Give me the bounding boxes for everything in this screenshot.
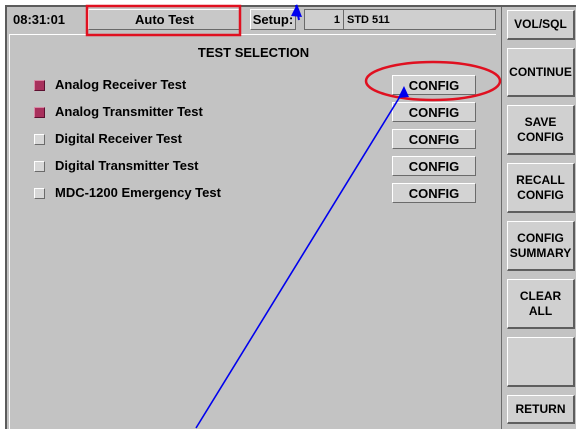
save-config-button[interactable]: SAVE CONFIG bbox=[507, 105, 575, 155]
test-checkbox[interactable] bbox=[34, 107, 45, 118]
config-summary-button[interactable]: CONFIG SUMMARY bbox=[507, 221, 575, 271]
setup-name: STD 511 bbox=[343, 10, 390, 29]
setup-number: 1 bbox=[333, 13, 340, 26]
test-row-digital-receiver: Digital Receiver Test CONFIG bbox=[10, 129, 497, 149]
config-button-analog-transmitter[interactable]: CONFIG bbox=[392, 102, 476, 122]
test-checkbox[interactable] bbox=[34, 80, 45, 91]
test-row-analog-receiver: Analog Receiver Test CONFIG bbox=[10, 75, 497, 95]
continue-button[interactable]: CONTINUE bbox=[507, 48, 575, 97]
test-checkbox[interactable] bbox=[34, 161, 45, 172]
test-label: Analog Transmitter Test bbox=[55, 104, 203, 119]
test-row-analog-transmitter: Analog Transmitter Test CONFIG bbox=[10, 102, 497, 122]
test-row-digital-transmitter: Digital Transmitter Test CONFIG bbox=[10, 156, 497, 176]
clock-readout: 08:31:01 bbox=[13, 12, 66, 27]
test-label: Digital Receiver Test bbox=[55, 131, 182, 146]
recall-config-button[interactable]: RECALL CONFIG bbox=[507, 163, 575, 213]
test-label: Analog Receiver Test bbox=[55, 77, 187, 92]
panel-title: TEST SELECTION bbox=[197, 45, 310, 60]
softkey-column: VOL/SQL CONTINUE SAVE CONFIG RECALL CONF… bbox=[501, 7, 576, 429]
instrument-screen: 08:31:01 Auto Test Setup: 1 STD 511 TEST… bbox=[5, 5, 576, 429]
test-checkbox[interactable] bbox=[34, 188, 45, 199]
clear-all-button[interactable]: CLEAR ALL bbox=[507, 279, 575, 329]
config-button-analog-receiver[interactable]: CONFIG bbox=[392, 75, 476, 95]
config-button-digital-transmitter[interactable]: CONFIG bbox=[392, 156, 476, 176]
return-button[interactable]: RETURN bbox=[507, 395, 575, 424]
test-row-mdc-1200: MDC-1200 Emergency Test CONFIG bbox=[10, 183, 497, 203]
config-button-digital-receiver[interactable]: CONFIG bbox=[392, 129, 476, 149]
mode-field[interactable]: Auto Test bbox=[88, 9, 241, 30]
blank-softkey[interactable] bbox=[507, 337, 575, 387]
test-checkbox[interactable] bbox=[34, 134, 45, 145]
setup-field[interactable]: 1 STD 511 bbox=[304, 9, 496, 30]
setup-label[interactable]: Setup: bbox=[250, 9, 296, 30]
test-selection-panel: TEST SELECTION Analog Receiver Test CONF… bbox=[9, 34, 496, 429]
test-label: MDC-1200 Emergency Test bbox=[55, 185, 221, 200]
status-bar: 08:31:01 Auto Test Setup: 1 STD 511 bbox=[7, 7, 501, 32]
test-label: Digital Transmitter Test bbox=[55, 158, 199, 173]
vol-sql-button[interactable]: VOL/SQL bbox=[507, 10, 575, 40]
config-button-mdc-1200[interactable]: CONFIG bbox=[392, 183, 476, 203]
